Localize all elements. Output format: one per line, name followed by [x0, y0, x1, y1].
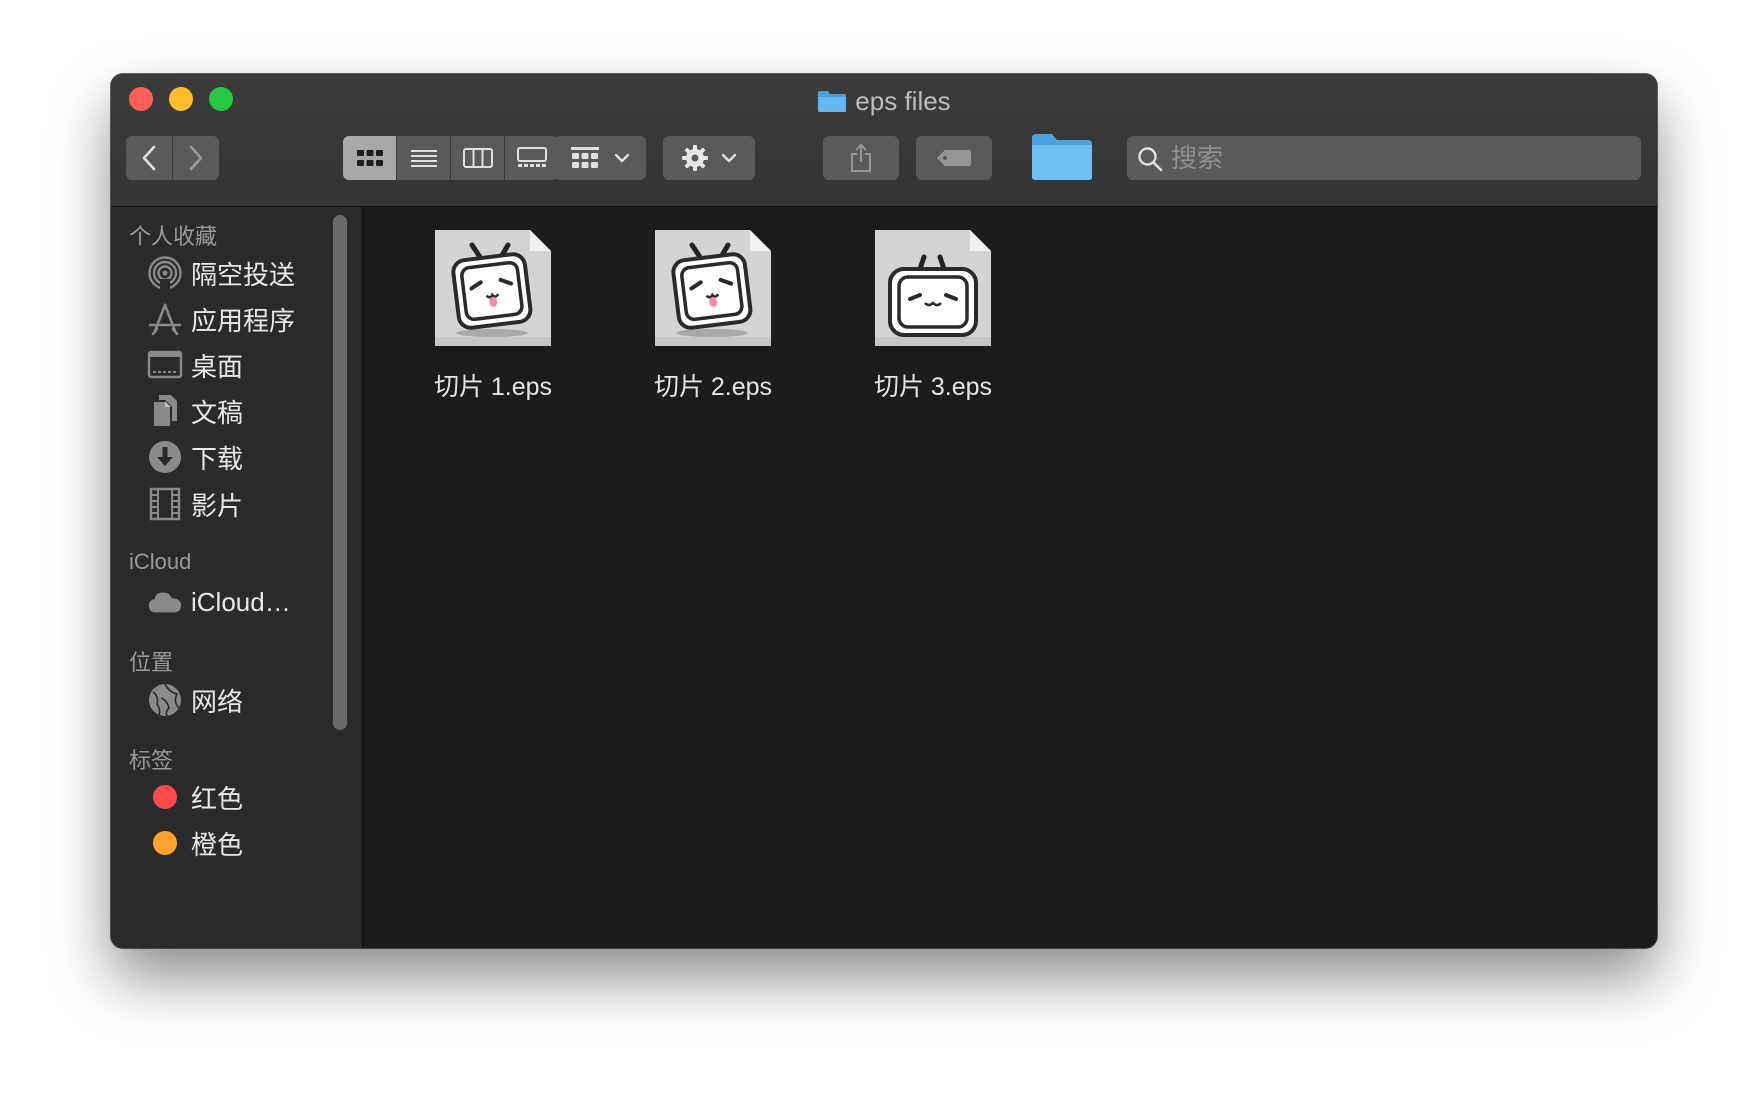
list-view-button[interactable]	[397, 136, 451, 180]
sidebar-section-locations: 位置	[129, 650, 174, 675]
share-icon	[851, 143, 871, 172]
sidebar-item-label: 网络	[191, 686, 244, 717]
view-mode-control	[343, 136, 559, 180]
downloads-icon	[147, 439, 183, 475]
search-icon	[1138, 147, 1163, 172]
chevron-left-icon	[142, 145, 156, 171]
sidebar-item-documents[interactable]: 文稿	[147, 391, 243, 431]
applications-icon	[147, 301, 183, 337]
chevron-right-icon	[189, 145, 203, 171]
desktop-icon	[147, 347, 183, 383]
window-title: eps files	[111, 82, 1657, 118]
share-button[interactable]	[823, 136, 899, 180]
sidebar-item-label: 应用程序	[191, 305, 296, 336]
column-view-icon	[462, 148, 493, 168]
sidebar-section-favorites: 个人收藏	[129, 224, 218, 249]
eps-file-tv-smile-icon	[875, 230, 991, 346]
file-name: 切片 1.eps	[433, 373, 553, 401]
sidebar-scrollbar[interactable]	[333, 215, 347, 730]
column-view-button[interactable]	[451, 136, 505, 180]
file-item[interactable]: 切片 3.eps	[843, 229, 1023, 403]
chevron-down-icon	[614, 153, 630, 163]
file-item[interactable]: 切片 2.eps	[623, 229, 803, 403]
icon-view-icon	[356, 150, 383, 166]
sidebar: 个人收藏 隔空投送 应用程序 桌面 文稿 下载 影片 iCloud iCloud…	[111, 207, 361, 948]
eps-file-tv-face-icon	[655, 230, 771, 346]
search-input[interactable]	[1171, 136, 1631, 180]
file-browser-area: 切片 1.eps 切片 2.eps 切片 3.eps	[363, 207, 1657, 948]
airdrop-icon	[147, 255, 183, 291]
sidebar-section-tags: 标签	[129, 748, 174, 773]
sidebar-item-label: iCloud…	[191, 586, 291, 617]
action-button[interactable]	[663, 136, 755, 180]
sidebar-item-label: 红色	[191, 783, 244, 814]
sidebar-item-label: 影片	[191, 490, 244, 521]
tag-button[interactable]	[916, 136, 992, 180]
finder-window: eps files 搜索 个人收藏 隔空投送 应用程序 桌面 文稿 下载 影片 …	[111, 74, 1657, 948]
sidebar-item-airdrop[interactable]: 隔空投送	[147, 253, 295, 293]
search-field[interactable]	[1127, 136, 1641, 180]
cloud-icon	[147, 584, 183, 620]
gear-icon	[682, 145, 708, 171]
tag-red-dot-wrap	[147, 779, 183, 815]
icon-view-button[interactable]	[343, 136, 397, 180]
documents-icon	[147, 393, 183, 429]
sidebar-item-label: 桌面	[191, 351, 244, 382]
folder-icon	[1032, 134, 1092, 180]
toolbar: eps files	[111, 74, 1657, 207]
sidebar-item-downloads[interactable]: 下载	[147, 437, 243, 477]
grid-group-icon	[571, 147, 599, 168]
sidebar-item-applications[interactable]: 应用程序	[147, 299, 295, 339]
window-title-text: eps files	[855, 86, 951, 117]
tag-orange-dot-wrap	[147, 825, 183, 861]
sidebar-item-label: 橙色	[191, 829, 244, 860]
sidebar-item-tag-orange[interactable]: 橙色	[147, 823, 243, 863]
sidebar-item-label: 文稿	[191, 397, 244, 428]
network-globe-icon	[147, 682, 183, 718]
eps-file-tv-face-icon	[435, 230, 551, 346]
sidebar-section-icloud: iCloud	[129, 549, 192, 574]
sidebar-item-label: 下载	[191, 443, 244, 474]
folder-icon	[818, 91, 847, 113]
sidebar-item-desktop[interactable]: 桌面	[147, 345, 243, 385]
file-name: 切片 2.eps	[653, 373, 773, 401]
gallery-view-icon	[517, 147, 547, 167]
orange-tag-dot-icon	[153, 831, 177, 855]
file-item[interactable]: 切片 1.eps	[403, 229, 583, 403]
tag-icon	[937, 150, 971, 166]
file-name: 切片 3.eps	[873, 373, 993, 401]
sidebar-item-label: 隔空投送	[191, 259, 296, 290]
red-tag-dot-icon	[153, 785, 177, 809]
list-view-icon	[410, 150, 437, 167]
sidebar-item-movies[interactable]: 影片	[147, 484, 243, 524]
sidebar-item-tag-red[interactable]: 红色	[147, 777, 243, 817]
sidebar-item-network[interactable]: 网络	[147, 680, 243, 720]
new-folder-button[interactable]	[1030, 132, 1094, 187]
group-by-button[interactable]	[554, 136, 646, 180]
gallery-view-button[interactable]	[505, 136, 559, 180]
forward-button[interactable]	[173, 136, 219, 180]
movies-icon	[147, 486, 183, 522]
sidebar-item-icloud-drive[interactable]: iCloud…	[147, 582, 291, 622]
chevron-down-icon	[721, 153, 737, 163]
back-button[interactable]	[126, 136, 172, 180]
